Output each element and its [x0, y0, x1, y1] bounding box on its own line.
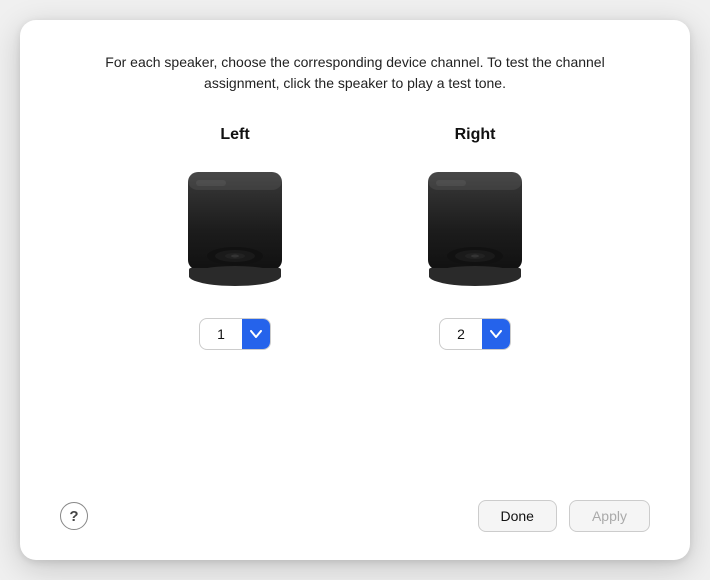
left-speaker-label: Left [220, 126, 249, 144]
right-speaker-col: Right 2 [420, 126, 530, 350]
apply-button[interactable]: Apply [569, 500, 650, 532]
left-speaker-icon[interactable] [180, 168, 290, 298]
help-button[interactable]: ? [60, 502, 88, 530]
speakers-row: Left [180, 126, 530, 484]
done-button[interactable]: Done [478, 500, 557, 532]
right-channel-value: 2 [440, 326, 482, 342]
right-speaker-icon[interactable] [420, 168, 530, 298]
right-channel-select[interactable]: 2 [439, 318, 511, 350]
right-channel-dropdown-btn[interactable] [482, 318, 510, 350]
instruction-text: For each speaker, choose the correspondi… [95, 52, 615, 94]
chevron-down-icon [250, 330, 262, 338]
left-speaker-col: Left [180, 126, 290, 350]
chevron-down-icon [490, 330, 502, 338]
left-channel-select[interactable]: 1 [199, 318, 271, 350]
left-channel-dropdown-btn[interactable] [242, 318, 270, 350]
speaker-channel-dialog: For each speaker, choose the correspondi… [20, 20, 690, 560]
left-channel-value: 1 [200, 326, 242, 342]
bottom-bar: ? Done Apply [60, 484, 650, 532]
right-speaker-label: Right [455, 126, 496, 144]
action-buttons: Done Apply [478, 500, 651, 532]
